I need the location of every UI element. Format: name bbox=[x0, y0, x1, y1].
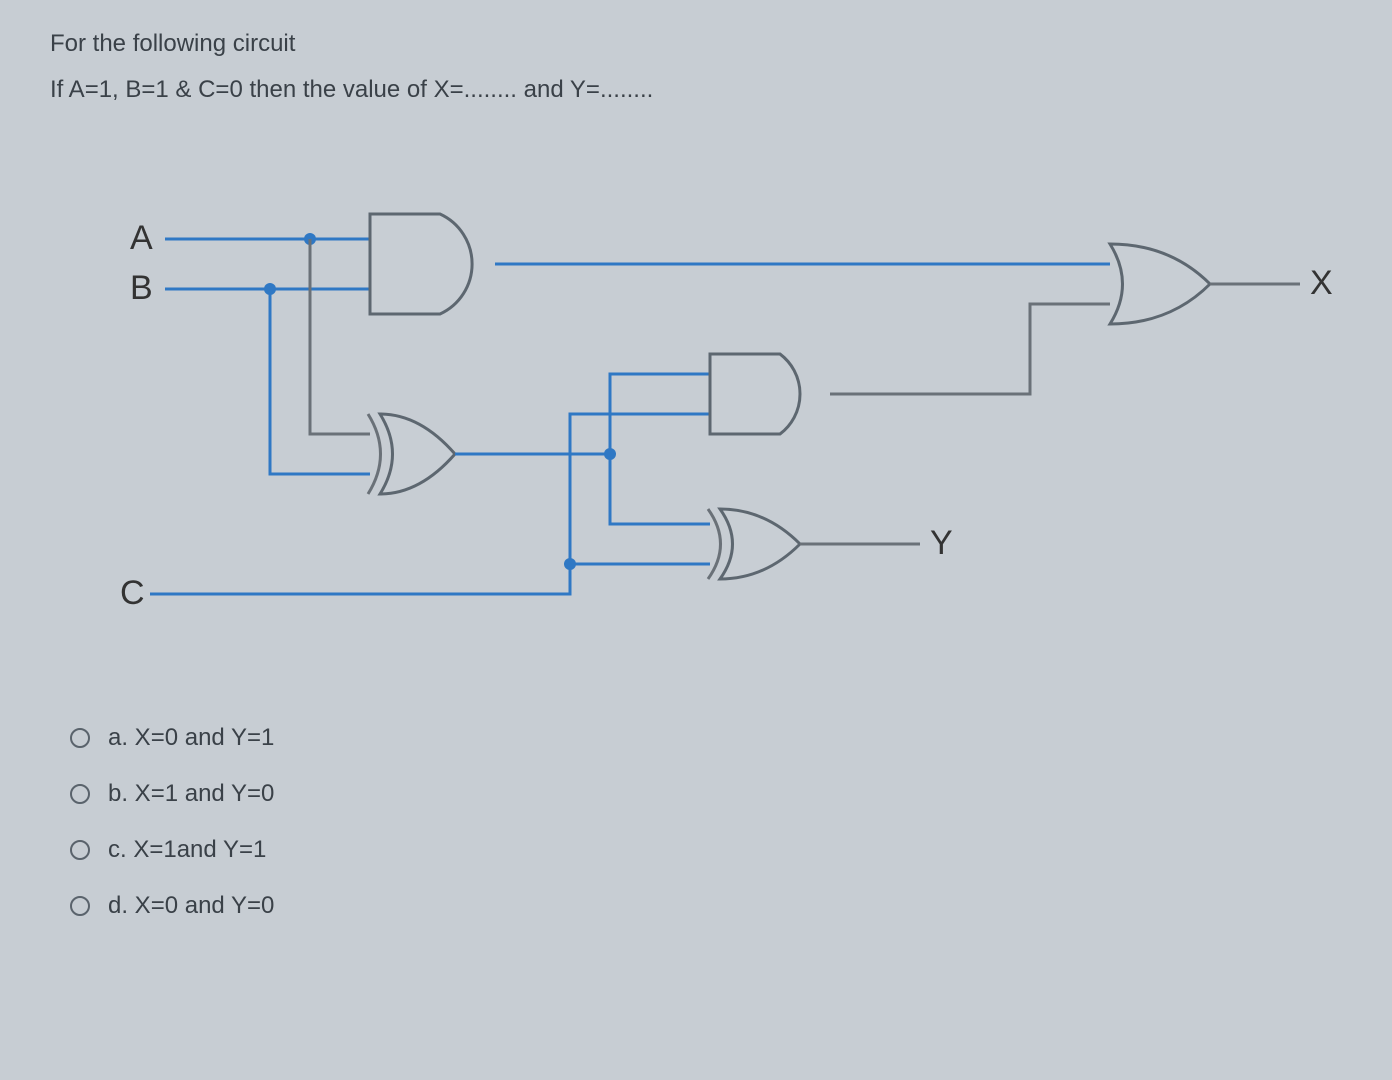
circuit-diagram: A B C bbox=[50, 144, 1340, 684]
quiz-page: For the following circuit If A=1, B=1 & … bbox=[0, 0, 1392, 978]
question-line-1: For the following circuit bbox=[50, 30, 1342, 58]
option-c[interactable]: c. X=1and Y=1 bbox=[70, 836, 1342, 864]
radio-icon bbox=[70, 840, 90, 860]
option-label: c. X=1and Y=1 bbox=[108, 836, 266, 864]
output-label-X: X bbox=[1310, 264, 1333, 302]
option-label: d. X=0 and Y=0 bbox=[108, 892, 274, 920]
radio-icon bbox=[70, 896, 90, 916]
question-line-2: If A=1, B=1 & C=0 then the value of X=..… bbox=[50, 76, 1342, 104]
radio-icon bbox=[70, 728, 90, 748]
option-a[interactable]: a. X=0 and Y=1 bbox=[70, 724, 1342, 752]
option-label: a. X=0 and Y=1 bbox=[108, 724, 274, 752]
gate-xor-g2 bbox=[368, 414, 455, 494]
gate-or-g5 bbox=[1110, 244, 1210, 324]
option-d[interactable]: d. X=0 and Y=0 bbox=[70, 892, 1342, 920]
gate-and-g1 bbox=[370, 214, 472, 314]
radio-icon bbox=[70, 784, 90, 804]
gate-xor-g4 bbox=[708, 509, 800, 579]
option-label: b. X=1 and Y=0 bbox=[108, 780, 274, 808]
input-label-A: A bbox=[130, 219, 153, 257]
input-label-C: C bbox=[120, 574, 145, 612]
input-label-B: B bbox=[130, 269, 153, 307]
gate-and-g3 bbox=[710, 354, 800, 434]
option-b[interactable]: b. X=1 and Y=0 bbox=[70, 780, 1342, 808]
answer-options: a. X=0 and Y=1 b. X=1 and Y=0 c. X=1and … bbox=[70, 724, 1342, 920]
output-label-Y: Y bbox=[930, 524, 953, 562]
